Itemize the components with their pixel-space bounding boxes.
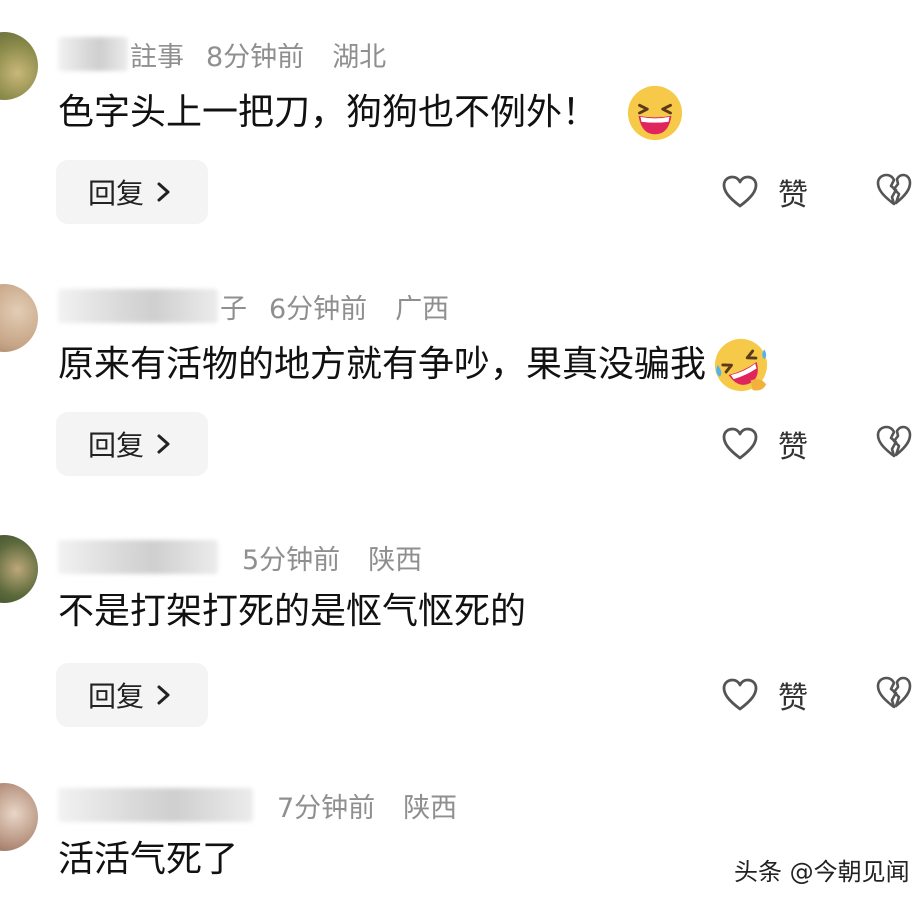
username[interactable]: 子: [220, 287, 247, 326]
like-label: 赞: [778, 681, 808, 716]
comment-meta: 子 6分钟前 广西: [58, 284, 449, 328]
comment-text: 色字头上一把刀，狗狗也不例外！: [58, 84, 684, 142]
broken-heart-icon[interactable]: [874, 170, 914, 210]
comment-time: 6分钟前: [269, 293, 368, 325]
comment-region: 广西: [395, 293, 450, 325]
comment-time: 5分钟前: [242, 544, 341, 576]
like-button[interactable]: 赞: [720, 673, 808, 717]
like-button[interactable]: 赞: [720, 422, 808, 466]
reply-button[interactable]: 回复: [56, 663, 208, 727]
reply-label: 回复: [87, 680, 144, 713]
comment-time: 8分钟前: [206, 41, 305, 73]
comment-meta: 7分钟前 陕西: [58, 783, 457, 827]
like-label: 赞: [778, 430, 808, 465]
chevron-right-icon: [157, 434, 170, 454]
comment-text: 活活气死了: [58, 835, 238, 885]
reply-label: 回复: [87, 177, 144, 210]
comment-text: 不是打架打死的是怄气怄死的: [58, 587, 526, 637]
broken-heart-icon[interactable]: [874, 673, 914, 713]
source-watermark: 头条 @今朝见闻: [734, 858, 910, 886]
broken-heart-icon[interactable]: [874, 422, 914, 462]
comment-text-content: 原来有活物的地方就有争吵，果真没骗我: [58, 344, 707, 385]
comment-text-content: 活活气死了: [58, 839, 239, 880]
comment-text-content: 不是打架打死的是怄气怄死的: [58, 591, 527, 632]
username-blur: [58, 788, 253, 822]
username-blur: [58, 540, 218, 574]
comment-meta: 5分钟前 陕西: [58, 535, 422, 579]
comment-region: 陕西: [368, 544, 423, 576]
chevron-right-icon: [157, 685, 170, 705]
reply-button[interactable]: 回复: [56, 412, 208, 476]
comment-text: 原来有活物的地方就有争吵，果真没骗我: [58, 336, 770, 394]
like-button[interactable]: 赞: [720, 170, 808, 214]
rolling-laughing-emoji-icon: [714, 338, 768, 392]
heart-icon: [722, 678, 758, 711]
comment-region: 陕西: [403, 792, 458, 824]
avatar[interactable]: [0, 535, 38, 603]
reply-label: 回复: [87, 429, 144, 462]
comment-text-content: 色字头上一把刀，狗狗也不例外！: [58, 92, 599, 133]
avatar[interactable]: [0, 783, 38, 851]
heart-icon: [722, 427, 758, 460]
avatar[interactable]: [0, 32, 38, 100]
chevron-right-icon: [157, 182, 170, 202]
comment-region: 湖北: [332, 41, 387, 73]
username-blur: [58, 37, 128, 71]
comment-meta: 註事 8分钟前 湖北: [58, 32, 386, 76]
comment-time: 7分钟前: [277, 792, 376, 824]
like-label: 赞: [778, 178, 808, 213]
heart-icon: [722, 175, 758, 208]
grinning-squint-emoji-icon: [627, 85, 683, 141]
avatar[interactable]: [0, 284, 38, 352]
reply-button[interactable]: 回复: [56, 160, 208, 224]
username[interactable]: 註事: [130, 35, 184, 74]
username-blur: [58, 289, 218, 323]
